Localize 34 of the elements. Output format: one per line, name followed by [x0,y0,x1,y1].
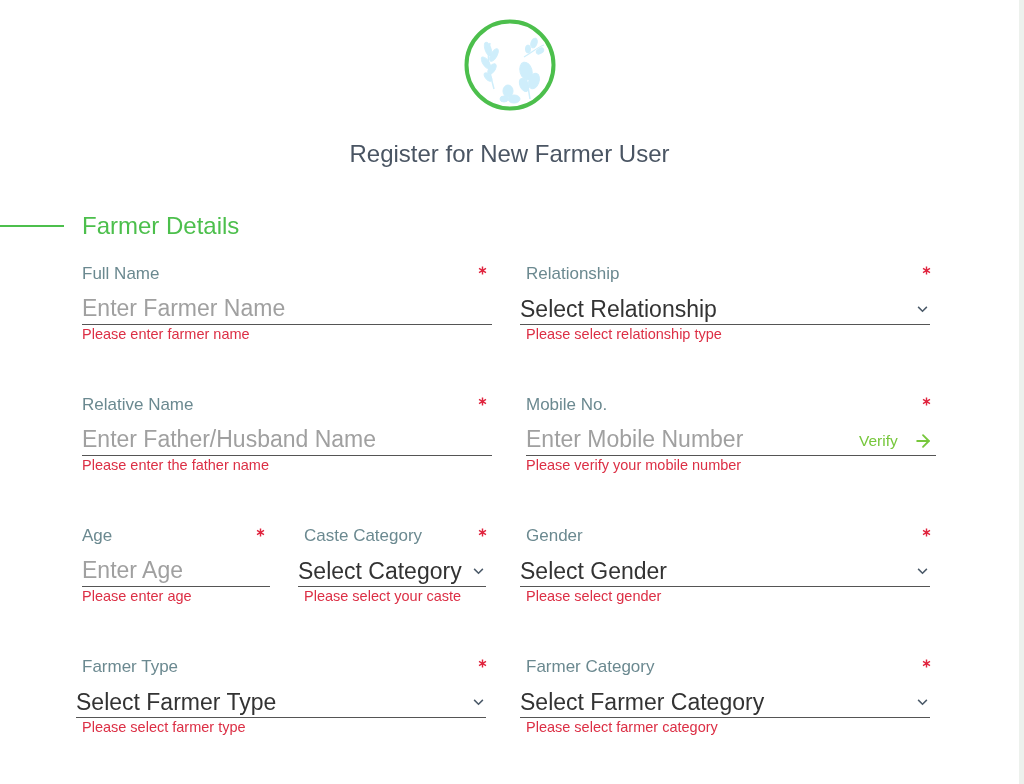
error-message: Please verify your mobile number [526,456,743,474]
error-message: Please select relationship type [526,325,723,343]
text-input-field[interactable]: Enter Age [82,555,270,587]
field-label: Mobile No. [526,394,608,416]
dropdown-select[interactable]: Select Farmer Category [520,686,930,718]
page-title: Register for New Farmer User [349,139,670,169]
field-label: Age [82,525,113,547]
chevron-down-icon [473,699,484,706]
field-label: Caste Category [304,525,423,547]
error-message: Please enter age [82,587,193,605]
field-label: Relative Name [82,394,194,416]
chevron-down-icon [917,568,928,575]
error-message: Please select your caste [304,587,463,605]
chevron-down-icon [917,306,928,313]
field-label: Relationship [526,263,620,285]
dropdown-select[interactable]: Select Farmer Type [76,686,486,718]
dropdown-select[interactable]: Select Category [298,555,486,587]
chevron-down-icon [473,568,484,575]
chevron-down-icon [917,699,928,706]
error-message: Please enter farmer name [82,325,251,343]
text-input-field[interactable]: Enter Father/Husband Name [82,424,492,456]
dropdown-select[interactable]: Select Relationship [520,293,930,325]
field-label: Farmer Type [82,656,179,678]
text-input-field[interactable]: Enter Farmer Name [82,293,492,325]
field-label: Farmer Category [526,656,655,678]
error-message: Please enter the father name [82,456,270,474]
error-message: Please select farmer type [82,718,247,736]
dropdown-select[interactable]: Select Gender [520,555,930,587]
error-message: Please select farmer category [526,718,719,736]
section-title: Farmer Details [82,211,240,241]
field-label: Full Name [82,263,160,285]
mobile-input-field[interactable]: Enter Mobile Number [526,424,858,456]
error-message: Please select gender [526,587,663,605]
field-label: Gender [526,525,583,547]
